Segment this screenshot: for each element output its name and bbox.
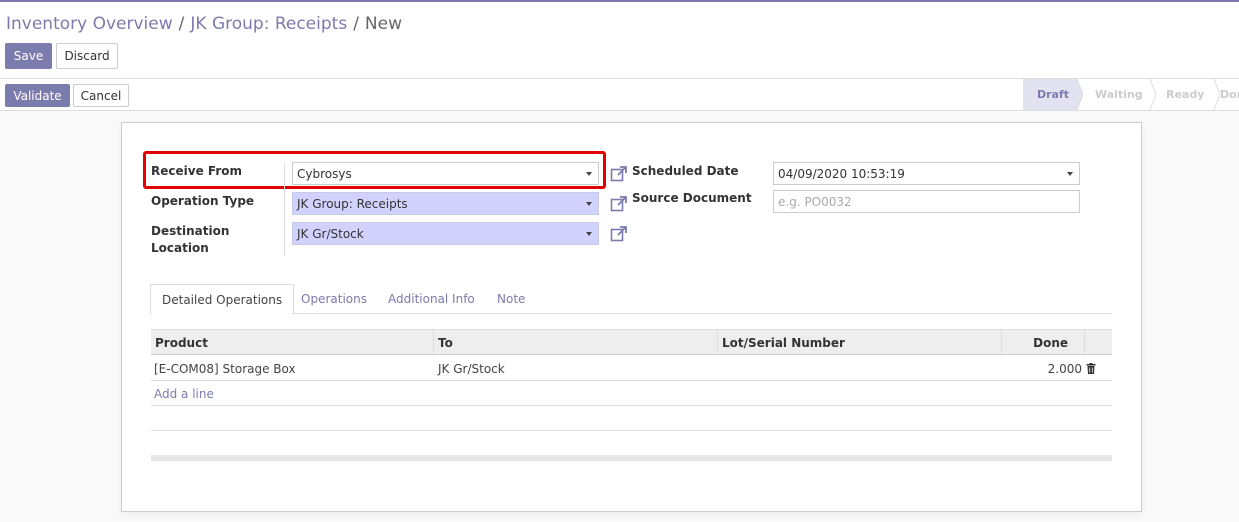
column-to[interactable]: To bbox=[434, 330, 718, 355]
scheduled-date-label: Scheduled Date bbox=[632, 164, 739, 178]
trash-icon[interactable] bbox=[1086, 363, 1096, 374]
tab-operations[interactable]: Operations bbox=[301, 284, 367, 314]
table-footer bbox=[151, 455, 1112, 461]
validate-button[interactable]: Validate bbox=[5, 84, 70, 107]
operation-type-field[interactable]: JK Group: Receipts bbox=[292, 192, 599, 215]
column-actions bbox=[1085, 330, 1112, 355]
tab-additional-info[interactable]: Additional Info bbox=[388, 284, 475, 314]
stage-waiting[interactable]: Waiting bbox=[1077, 79, 1156, 110]
stage-draft: Draft bbox=[1023, 79, 1083, 110]
external-link-icon[interactable] bbox=[610, 165, 628, 183]
notebook-tabs: Detailed Operations Operations Additiona… bbox=[150, 284, 1112, 315]
stage-chevron-icon bbox=[1071, 79, 1083, 110]
tab-detailed-operations[interactable]: Detailed Operations bbox=[150, 284, 295, 315]
save-button[interactable]: Save bbox=[5, 43, 52, 69]
source-document-label: Source Document bbox=[632, 191, 752, 205]
caret-down-icon bbox=[1067, 172, 1073, 176]
stage-chevron-icon bbox=[1213, 79, 1220, 110]
add-a-line-link[interactable]: Add a line bbox=[154, 381, 214, 406]
stage-chevron-icon bbox=[1149, 79, 1156, 110]
breadcrumb-inventory-overview[interactable]: Inventory Overview bbox=[6, 14, 173, 34]
add-line-row: Add a line bbox=[151, 381, 1112, 406]
breadcrumb: Inventory Overview / JK Group: Receipts / Ne… bbox=[6, 14, 403, 34]
caret-down-icon bbox=[586, 202, 592, 206]
table-header: Product To Lot/Serial Number Done bbox=[151, 329, 1112, 355]
column-done[interactable]: Done bbox=[1002, 330, 1085, 355]
row-to[interactable]: JK Gr/Stock bbox=[435, 356, 505, 381]
table-row bbox=[151, 431, 1112, 456]
column-product[interactable]: Product bbox=[151, 330, 434, 355]
destination-location-label: Destination Location bbox=[151, 224, 230, 255]
row-lot[interactable] bbox=[718, 356, 721, 381]
discard-button[interactable]: Discard bbox=[56, 43, 118, 69]
receive-from-field[interactable]: Cybrosys bbox=[292, 162, 599, 185]
tab-note[interactable]: Note bbox=[497, 284, 525, 314]
external-link-icon[interactable] bbox=[610, 195, 628, 213]
caret-down-icon bbox=[586, 232, 592, 236]
label-separator bbox=[284, 162, 285, 256]
column-lot-serial-number[interactable]: Lot/Serial Number bbox=[718, 330, 1002, 355]
breadcrumb-jk-group-receipts[interactable]: JK Group: Receipts bbox=[190, 14, 347, 34]
row-done[interactable]: 2.000 bbox=[1002, 356, 1082, 381]
table-row bbox=[151, 406, 1112, 431]
receive-from-label: Receive From bbox=[151, 164, 242, 178]
status-stages: Draft Waiting Ready Done bbox=[1023, 79, 1239, 110]
stage-ready[interactable]: Ready bbox=[1150, 79, 1220, 110]
external-link-icon[interactable] bbox=[610, 225, 628, 243]
table-row[interactable]: [E-COM08] Storage Box JK Gr/Stock 2.000 bbox=[151, 356, 1112, 381]
operation-type-label: Operation Type bbox=[151, 194, 255, 208]
source-document-field[interactable]: e.g. PO0032 bbox=[773, 190, 1080, 213]
breadcrumb-current: New bbox=[364, 14, 403, 34]
cancel-button[interactable]: Cancel bbox=[73, 84, 129, 107]
statusbar-bottom-border bbox=[0, 110, 1239, 111]
destination-location-field[interactable]: JK Gr/Stock bbox=[292, 222, 599, 245]
scheduled-date-field[interactable]: 04/09/2020 10:53:19 bbox=[773, 162, 1080, 185]
caret-down-icon bbox=[586, 172, 592, 176]
row-product[interactable]: [E-COM08] Storage Box bbox=[151, 356, 296, 381]
